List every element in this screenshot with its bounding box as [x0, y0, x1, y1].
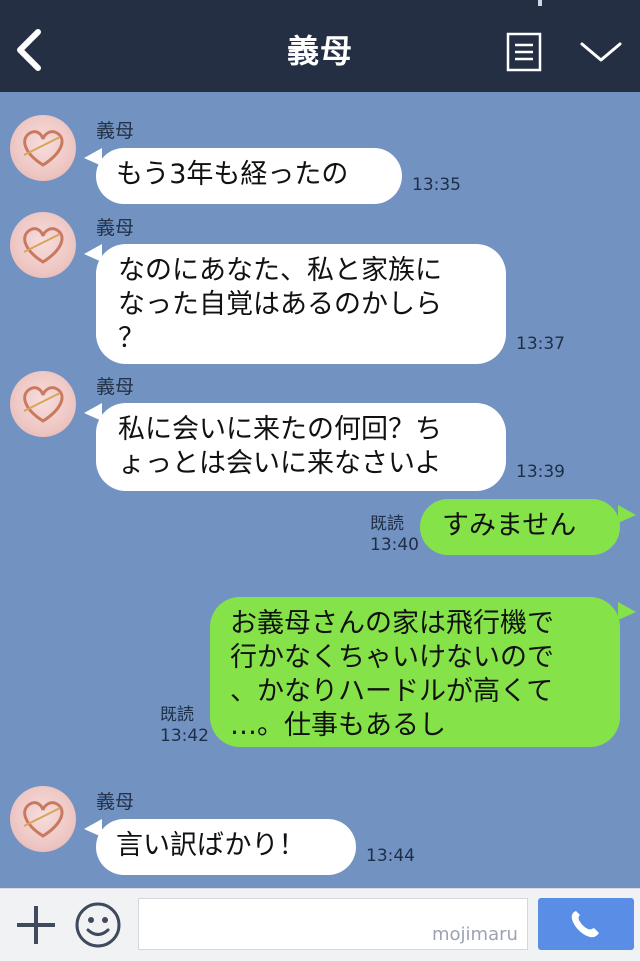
call-button[interactable]	[538, 898, 634, 950]
message-bubble-incoming[interactable]: 言い訳ばかり！	[96, 819, 356, 875]
heart-ring-icon	[23, 130, 64, 167]
chat-title: 義母	[286, 32, 353, 70]
message-bubble-incoming[interactable]: もう3年も経ったの	[96, 148, 402, 204]
phone-icon	[571, 911, 599, 938]
heart-ring-icon	[23, 386, 64, 423]
message-bubble-outgoing[interactable]: すみません	[420, 499, 620, 555]
message-input-bar	[0, 888, 640, 961]
message-bubble-incoming[interactable]: なのにあなた、私と家族に なった自覚はあるのかしら ？	[96, 244, 506, 364]
read-receipt: 既読 13:42	[160, 705, 209, 747]
read-receipt: 既読 13:40	[370, 514, 419, 556]
message-time: 13:39	[516, 462, 565, 482]
watermark-text: mojimaru	[432, 924, 518, 945]
contact-avatar[interactable]	[10, 371, 76, 437]
contact-avatar[interactable]	[10, 212, 76, 278]
read-label: 既読	[160, 705, 194, 725]
status-bar-fragment	[538, 0, 542, 6]
chat-header: 義母	[0, 0, 640, 92]
bubble-tail	[618, 505, 636, 523]
message-bubble-incoming[interactable]: 私に会いに来たの何回？ち ょっとは会いに来なさいよ	[96, 403, 506, 491]
bubble-tail	[618, 602, 636, 620]
heart-ring-icon	[23, 227, 64, 264]
read-label: 既読	[370, 514, 404, 534]
chat-timeline[interactable]: 義母 もう3年も経ったの 13:35 義母 なのにあなた、私と家族に なった自覚…	[0, 92, 640, 888]
message-bubble-outgoing[interactable]: お義母さんの家は飛行機で 行かなくちゃいけないので 、かなりハードルが高くて ……	[210, 597, 620, 747]
sender-name: 義母	[96, 791, 135, 813]
heart-ring-icon	[23, 801, 64, 838]
sender-name: 義母	[96, 376, 135, 398]
sender-name: 義母	[96, 217, 135, 239]
sender-name: 義母	[96, 120, 135, 142]
message-time: 13:44	[366, 846, 415, 866]
menu-list-icon[interactable]	[506, 32, 542, 72]
message-time: 13:42	[160, 726, 209, 746]
emoji-icon[interactable]	[74, 901, 122, 949]
chevron-down-icon[interactable]	[578, 36, 624, 66]
contact-avatar[interactable]	[10, 115, 76, 181]
message-time: 13:40	[370, 535, 419, 555]
message-time: 13:37	[516, 334, 565, 354]
plus-icon[interactable]	[14, 903, 58, 947]
message-time: 13:35	[412, 175, 461, 195]
contact-avatar[interactable]	[10, 786, 76, 852]
